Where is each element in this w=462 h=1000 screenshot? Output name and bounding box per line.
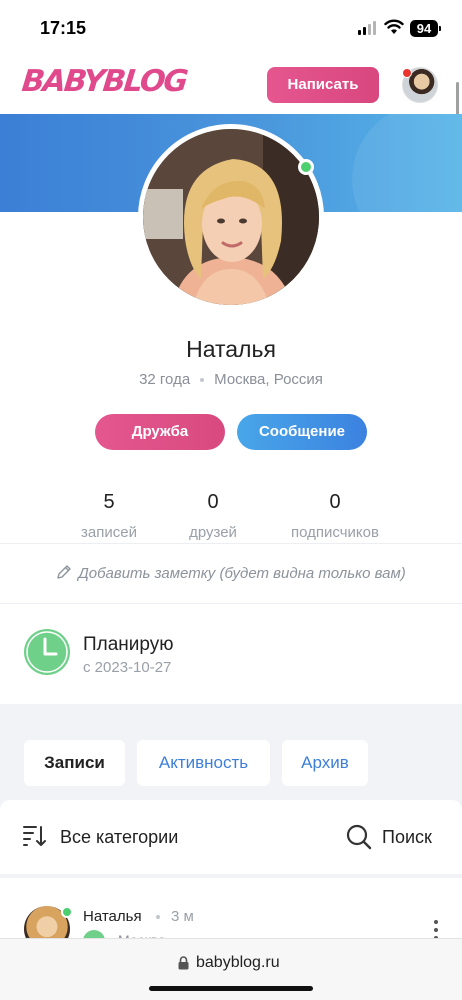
app-header: BABYBLOG Написать [0,58,462,252]
stat-label: записей [81,524,137,541]
post-author[interactable]: Наталья [83,908,142,925]
status-bar: 17:15 94 [0,0,462,58]
profile-photo[interactable] [138,124,324,310]
add-note-link[interactable]: Добавить заметку (будет видна только вам… [0,564,462,582]
lock-icon [178,956,189,970]
logo[interactable]: BABYBLOG [20,64,188,99]
signal-icon [358,21,378,35]
profile-location: Москва, Россия [214,371,323,388]
status-time: 17:15 [40,18,87,38]
stat-label: подписчиков [291,524,379,541]
profile-meta: 32 года Москва, Россия [0,371,462,388]
wifi-icon [384,19,404,34]
online-indicator [61,906,73,918]
profile-name: Наталья [186,336,276,362]
stat-value: 0 [207,491,219,513]
url-text[interactable]: babyblog.ru [196,954,280,972]
add-note-label: Добавить заметку (будет видна только вам… [78,565,406,582]
write-button[interactable]: Написать [267,67,379,103]
online-indicator [298,159,314,175]
stat-value: 0 [329,491,341,513]
post-time: 3 м [171,908,194,925]
stat-label: друзей [189,524,237,541]
home-indicator[interactable] [149,986,313,991]
sort-icon[interactable] [23,825,47,847]
meta-separator [200,378,205,383]
divider [0,603,462,604]
stat-value: 5 [103,491,115,513]
meta-separator [156,915,160,919]
notification-dot [402,68,412,78]
battery-icon: 94 [410,20,441,37]
profile-card: Наталья 32 года Москва, Россия Дружба Соо… [0,114,462,704]
stat-posts[interactable]: 5 записей [54,491,164,541]
tab-activity[interactable]: Активность [137,740,270,786]
categories-filter[interactable]: Все категории [60,827,178,848]
tab-posts[interactable]: Записи [24,740,125,786]
divider [0,543,462,544]
message-button[interactable]: Сообщение [237,414,367,450]
filter-bar: Все категории Поиск [0,800,462,874]
clock-icon [24,629,70,675]
status-title: Планирую [83,634,174,655]
search-button[interactable]: Поиск [382,827,432,848]
stat-subscribers[interactable]: 0 подписчиков [280,491,390,541]
status-date: с 2023-10-27 [83,659,172,676]
profile-photo-image [143,129,319,305]
tab-archive[interactable]: Архив [282,740,368,786]
friend-button[interactable]: Дружба [95,414,225,450]
pencil-icon [57,565,71,579]
browser-url-bar[interactable]: babyblog.ru [0,938,462,1000]
search-icon[interactable] [346,824,372,850]
stat-friends[interactable]: 0 друзей [158,491,268,541]
profile-age: 32 года [139,371,191,388]
